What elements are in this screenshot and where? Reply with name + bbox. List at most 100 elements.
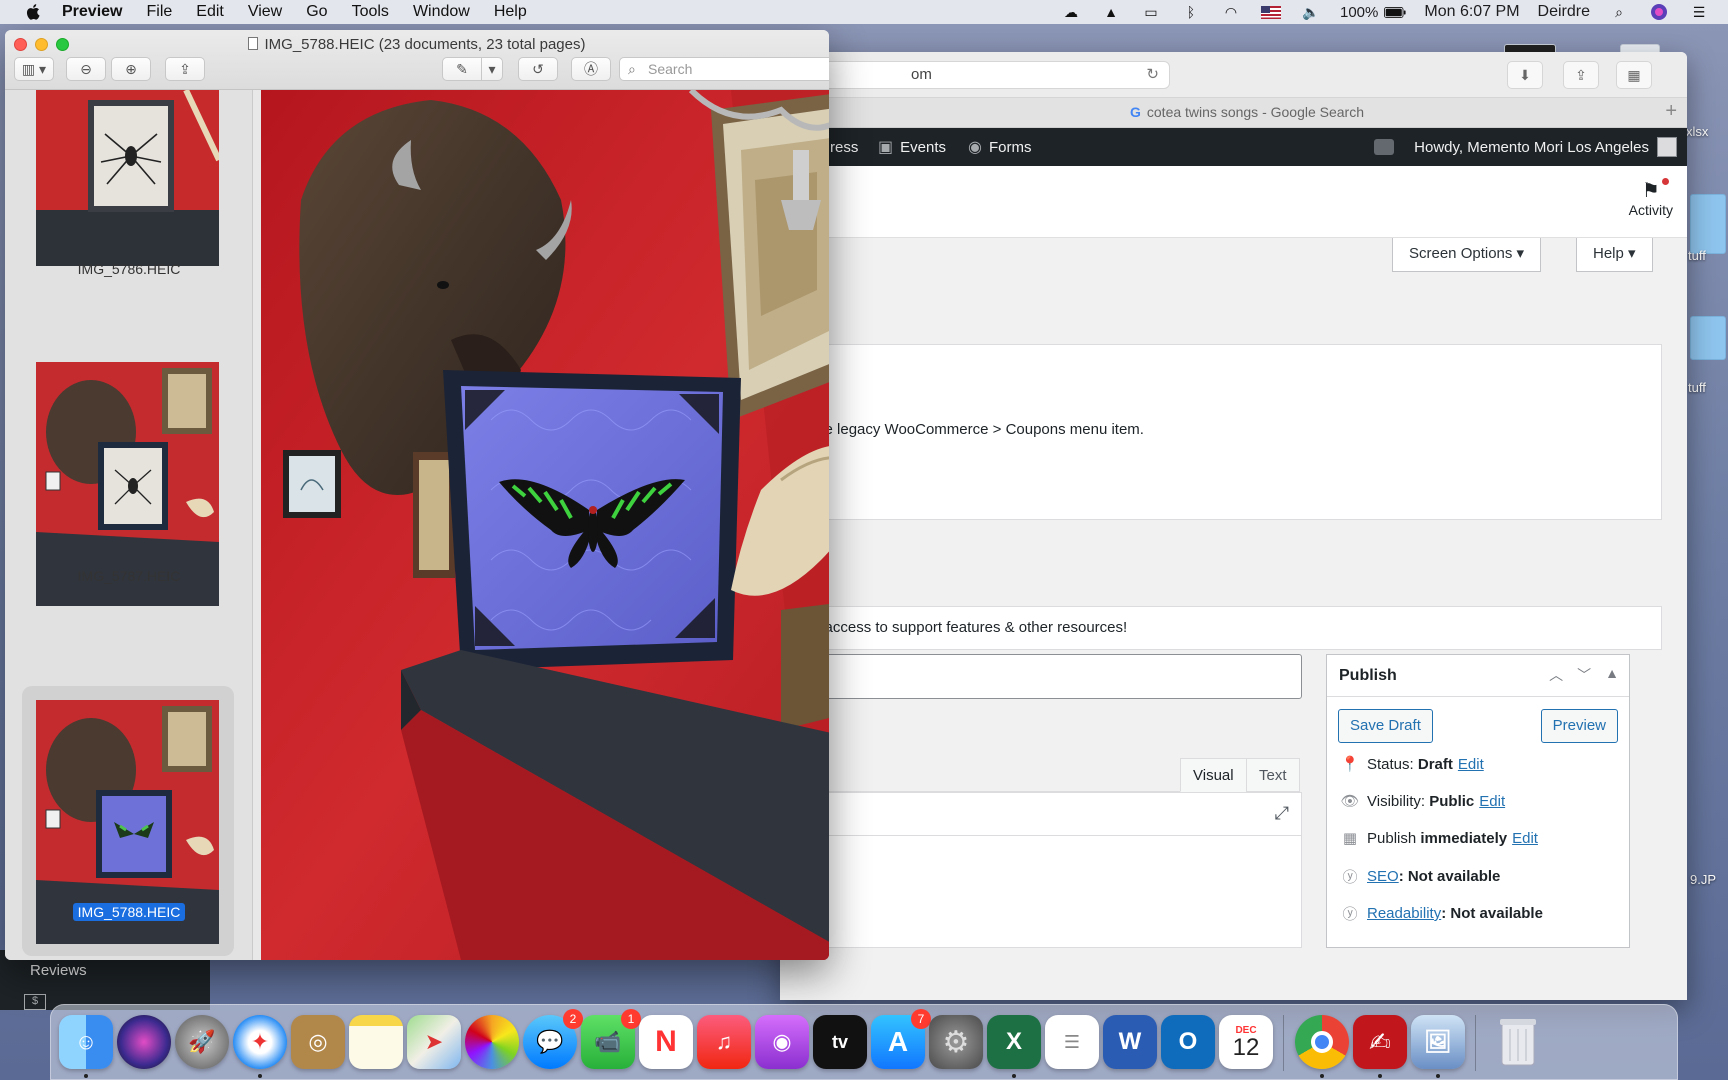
menu-view[interactable]: View	[248, 3, 282, 21]
dock-maps-icon[interactable]: ➤	[407, 1015, 461, 1069]
menu-edit[interactable]: Edit	[196, 3, 224, 21]
clock[interactable]: Mon 6:07 PM	[1424, 3, 1519, 21]
tab-overview-button[interactable]: ▦	[1616, 61, 1652, 89]
move-down-icon[interactable]: ﹀	[1577, 665, 1591, 685]
sidebar-item-reviews[interactable]: Reviews	[30, 962, 87, 979]
new-tab-icon[interactable]: +	[1665, 100, 1677, 123]
seo-link[interactable]: SEO	[1367, 868, 1399, 885]
reload-icon[interactable]: ↻	[1146, 62, 1159, 88]
dock-safari-icon[interactable]: ✦	[233, 1015, 287, 1078]
fullscreen-icon[interactable]: ⤢	[1275, 803, 1289, 824]
activity-button[interactable]: ⚑ Activity	[1629, 178, 1673, 218]
dollar-icon[interactable]: $	[24, 994, 46, 1010]
backup-icon[interactable]: ▲	[1100, 4, 1122, 20]
share-button[interactable]: ⇪	[1563, 61, 1599, 89]
sidebar-toggle-button[interactable]: ▥ ▾	[14, 57, 54, 81]
dock-launchpad-icon[interactable]: 🚀	[175, 1015, 229, 1069]
desktop-folder-icon[interactable]	[1690, 316, 1726, 360]
dock-finder-icon[interactable]: ☺	[59, 1015, 113, 1078]
menu-file[interactable]: File	[146, 3, 172, 21]
tab-visual[interactable]: Visual	[1180, 758, 1247, 792]
markup-toolbar-button[interactable]: Ⓐ	[571, 57, 611, 81]
admin-bar-forms[interactable]: ◉ Forms	[968, 128, 1031, 166]
preview-button[interactable]: Preview	[1540, 709, 1618, 743]
user-name[interactable]: Deirdre	[1538, 3, 1590, 21]
dock-trash-icon[interactable]	[1491, 1015, 1545, 1069]
desktop-folder-label[interactable]: tuff	[1688, 248, 1706, 263]
dock-facetime-icon[interactable]: 📹 1	[581, 1009, 641, 1069]
dock-reminders-icon[interactable]: ☰	[1045, 1015, 1099, 1069]
schedule-edit-link[interactable]: Edit	[1512, 830, 1538, 847]
us-flag-icon[interactable]	[1260, 4, 1282, 20]
collapse-icon[interactable]: ▲	[1605, 665, 1619, 685]
dock-word-icon[interactable]: W	[1103, 1015, 1157, 1069]
browser-tab[interactable]: G cotea twins songs - Google Search	[1130, 104, 1364, 120]
apple-icon[interactable]	[24, 3, 44, 21]
thumbnail-caption[interactable]: IMG_5787.HEIC	[5, 568, 252, 584]
howdy-user[interactable]: Howdy, Memento Mori Los Angeles	[1414, 139, 1649, 156]
markup-dropdown-button[interactable]: ▾	[481, 57, 503, 81]
siri-icon[interactable]	[1648, 4, 1670, 20]
menu-app-preview[interactable]: Preview	[62, 3, 122, 21]
desktop-file-label[interactable]: 9.JP	[1690, 872, 1716, 887]
rotate-button[interactable]: ↺	[518, 57, 558, 81]
dock-preview-icon[interactable]: 🖼	[1411, 1015, 1465, 1078]
zoom-in-button[interactable]: ⊕	[111, 57, 151, 81]
volume-icon[interactable]: 🔈	[1300, 4, 1322, 20]
dock-music-icon[interactable]: ♫	[697, 1015, 751, 1069]
move-up-icon[interactable]: ︿	[1549, 665, 1563, 685]
desktop-folder-label[interactable]: tuff	[1688, 380, 1706, 395]
thumbnail-caption[interactable]: IMG_5786.HEIC	[5, 261, 252, 277]
screen-options-button[interactable]: Screen Options ▾	[1392, 238, 1542, 272]
search-input[interactable]: ⌕ Search	[619, 57, 829, 81]
desktop-folder-icon[interactable]	[1690, 194, 1726, 254]
dock-messages-icon[interactable]: 💬 2	[523, 1009, 583, 1069]
dock-chrome-icon[interactable]	[1295, 1015, 1349, 1078]
dock-podcasts-icon[interactable]: ◉	[755, 1015, 809, 1069]
markup-pen-button[interactable]: ✎	[442, 57, 482, 81]
thumbnail-caption-selected[interactable]: IMG_5788.HEIC	[5, 903, 252, 921]
menu-help[interactable]: Help	[494, 3, 527, 21]
admin-bar-events[interactable]: ▣ Events	[878, 128, 946, 166]
dock-photos-icon[interactable]	[465, 1015, 519, 1069]
dock-news-icon[interactable]: N	[639, 1015, 693, 1069]
battery-percent[interactable]: 100%	[1340, 4, 1378, 21]
main-image[interactable]	[261, 90, 829, 960]
zoom-out-button[interactable]: ⊖	[66, 57, 106, 81]
dock-system-preferences-icon[interactable]: ⚙	[929, 1015, 983, 1069]
post-title-input[interactable]	[780, 654, 1302, 699]
dock-acrobat-icon[interactable]: ✍	[1353, 1015, 1407, 1078]
avatar[interactable]	[1657, 137, 1677, 157]
spotlight-search-icon[interactable]: ⌕	[1608, 4, 1630, 20]
address-bar[interactable]: om ↻	[810, 61, 1170, 89]
editor-body[interactable]	[780, 836, 1302, 948]
desktop-file-label[interactable]: xlsx	[1686, 124, 1708, 139]
wifi-icon[interactable]: ◠	[1220, 4, 1242, 20]
airplay-icon[interactable]: ▭	[1140, 4, 1162, 20]
thumbnail-image[interactable]	[36, 90, 219, 266]
menu-tools[interactable]: Tools	[352, 3, 389, 21]
comments-icon[interactable]	[1374, 139, 1395, 155]
save-draft-button[interactable]: Save Draft	[1338, 709, 1433, 743]
tab-text[interactable]: Text	[1246, 758, 1300, 792]
share-button[interactable]: ⇪	[165, 57, 205, 81]
visibility-edit-link[interactable]: Edit	[1479, 793, 1505, 810]
creative-cloud-icon[interactable]: ☁	[1060, 4, 1082, 20]
menu-go[interactable]: Go	[306, 3, 327, 21]
dock-appstore-icon[interactable]: A7	[871, 1009, 931, 1069]
dock-excel-icon[interactable]: X	[987, 1015, 1041, 1078]
dock-notes-icon[interactable]	[349, 1015, 403, 1069]
downloads-button[interactable]: ⬇	[1507, 61, 1543, 89]
dock-contacts-icon[interactable]: ◎	[291, 1015, 345, 1069]
bluetooth-icon[interactable]: ᛒ	[1180, 4, 1202, 20]
dock-tv-icon[interactable]: tv	[813, 1015, 867, 1069]
help-button[interactable]: Help ▾	[1576, 238, 1653, 272]
notification-center-icon[interactable]: ☰	[1688, 4, 1710, 20]
status-edit-link[interactable]: Edit	[1458, 756, 1484, 773]
readability-link[interactable]: Readability	[1367, 905, 1441, 922]
dock-outlook-icon[interactable]: O	[1161, 1015, 1215, 1069]
dock-siri-icon[interactable]	[117, 1015, 171, 1069]
battery-icon[interactable]	[1384, 4, 1406, 20]
menu-window[interactable]: Window	[413, 3, 470, 21]
dock-calendar-icon[interactable]: DEC 12	[1219, 1015, 1273, 1069]
